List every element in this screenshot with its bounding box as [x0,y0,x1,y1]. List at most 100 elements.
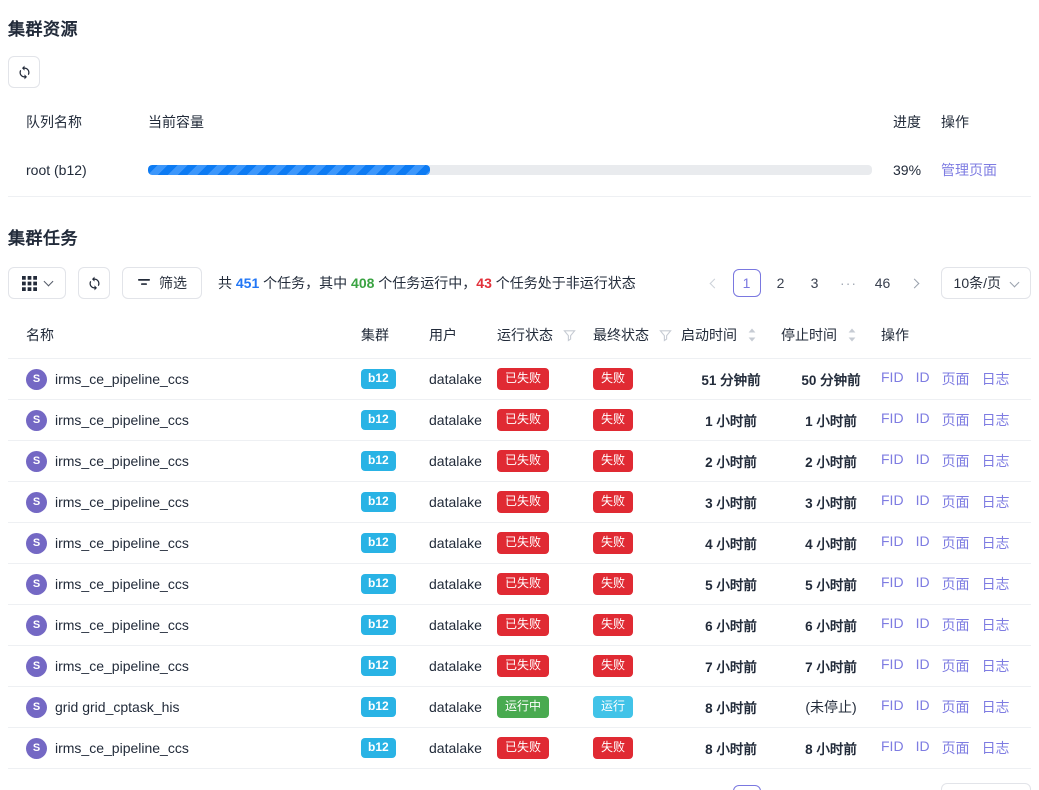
task-action-fid[interactable]: FID [881,410,904,430]
task-action-fid[interactable]: FID [881,369,904,389]
tasks-pagination-top: 123···4610条/页 [703,267,1031,299]
task-action-id[interactable]: ID [916,697,930,717]
start-time: 5 小时前 [705,578,757,593]
task-action-id[interactable]: ID [916,410,930,430]
task-action-id[interactable]: ID [916,369,930,389]
task-actions: FID ID 页面日志 [881,615,1010,635]
start-time: 3 小时前 [705,496,757,511]
table-row: S irms_ce_pipeline_ccs b12 datalake 已失败 … [8,728,1031,769]
refresh-icon [17,65,32,80]
task-action-fid[interactable]: FID [881,697,904,717]
cluster-badge: b12 [361,369,396,389]
task-action-log[interactable]: 日志 [982,410,1010,430]
task-user: datalake [429,617,482,633]
page-button-2[interactable]: 2 [767,785,795,790]
task-action-log[interactable]: 日志 [982,697,1010,717]
avatar: S [26,656,47,677]
col-run-status: 运行状态 [497,325,553,345]
avatar: S [26,697,47,718]
task-action-page[interactable]: 页面 [942,533,970,553]
task-action-id[interactable]: ID [916,574,930,594]
task-action-log[interactable]: 日志 [982,451,1010,471]
final-status-badge: 失败 [593,409,633,431]
task-action-fid[interactable]: FID [881,533,904,553]
run-status-badge: 已失败 [497,491,549,513]
stop-time: 2 小时前 [805,455,857,470]
task-action-id[interactable]: ID [916,738,930,758]
task-action-log[interactable]: 日志 [982,533,1010,553]
stop-time: (未停止) [805,699,856,715]
task-action-fid[interactable]: FID [881,451,904,471]
task-action-page[interactable]: 页面 [942,492,970,512]
task-action-fid[interactable]: FID [881,656,904,676]
page-button-3[interactable]: 3 [801,785,829,790]
task-action-page[interactable]: 页面 [942,410,970,430]
task-action-page[interactable]: 页面 [942,451,970,471]
page-button-46[interactable]: 46 [869,269,897,297]
task-action-page[interactable]: 页面 [942,574,970,594]
prev-page-button[interactable] [703,785,727,790]
task-action-id[interactable]: ID [916,492,930,512]
filter-funnel-icon[interactable] [563,329,576,342]
task-action-page[interactable]: 页面 [942,369,970,389]
task-action-log[interactable]: 日志 [982,574,1010,594]
sort-icon[interactable] [747,328,757,342]
run-status-badge: 运行中 [497,696,549,718]
task-action-log[interactable]: 日志 [982,615,1010,635]
task-action-page[interactable]: 页面 [942,738,970,758]
page-size-select[interactable]: 10条/页 [941,783,1031,790]
columns-setting-button[interactable] [8,267,66,299]
page-button-1[interactable]: 1 [733,269,761,297]
avatar: S [26,410,47,431]
task-action-id[interactable]: ID [916,656,930,676]
task-action-fid[interactable]: FID [881,738,904,758]
capacity-progress-bar [148,165,872,175]
task-user: datalake [429,494,482,510]
summary-count-red: 43 [476,275,492,291]
start-time: 8 小时前 [705,742,757,757]
stop-time: 50 分钟前 [801,373,860,388]
start-time: 51 分钟前 [701,373,760,388]
task-action-id[interactable]: ID [916,451,930,471]
tasks-table: 名称 集群 用户 运行状态 最终状态 启动时间 停止时间 操作 S irms_c… [8,315,1031,769]
page-button-3[interactable]: 3 [801,269,829,297]
table-row: S irms_ce_pipeline_ccs b12 datalake 已失败 … [8,605,1031,646]
task-action-id[interactable]: ID [916,615,930,635]
prev-page-button[interactable] [703,269,727,297]
task-action-page[interactable]: 页面 [942,656,970,676]
page-button-2[interactable]: 2 [767,269,795,297]
run-status-badge: 已失败 [497,655,549,677]
page-size-select[interactable]: 10条/页 [941,267,1031,299]
task-action-fid[interactable]: FID [881,615,904,635]
final-status-badge: 失败 [593,655,633,677]
task-action-log[interactable]: 日志 [982,369,1010,389]
next-page-button[interactable] [903,785,927,790]
filter-button[interactable]: 筛选 [122,267,202,299]
page-button-46[interactable]: 46 [869,785,897,790]
col-name: 名称 [26,325,54,345]
task-action-fid[interactable]: FID [881,574,904,594]
avatar: S [26,574,47,595]
task-action-log[interactable]: 日志 [982,738,1010,758]
task-action-page[interactable]: 页面 [942,615,970,635]
task-action-log[interactable]: 日志 [982,656,1010,676]
task-action-fid[interactable]: FID [881,492,904,512]
resources-refresh-button[interactable] [8,56,40,88]
manage-page-link[interactable]: 管理页面 [941,162,997,178]
task-action-id[interactable]: ID [916,533,930,553]
final-status-badge: 失败 [593,491,633,513]
res-col-queue: 队列名称 [8,102,148,144]
sort-icon[interactable] [847,328,857,342]
cluster-badge: b12 [361,410,396,430]
summary-count-green: 408 [351,275,374,291]
stop-time: 8 小时前 [805,742,857,757]
tasks-refresh-button[interactable] [78,267,110,299]
task-name: irms_ce_pipeline_ccs [55,576,189,592]
task-action-page[interactable]: 页面 [942,697,970,717]
next-page-button[interactable] [903,269,927,297]
filter-funnel-icon[interactable] [659,329,672,342]
avatar: S [26,615,47,636]
task-action-log[interactable]: 日志 [982,492,1010,512]
task-user: datalake [429,699,482,715]
page-button-1[interactable]: 1 [733,785,761,790]
